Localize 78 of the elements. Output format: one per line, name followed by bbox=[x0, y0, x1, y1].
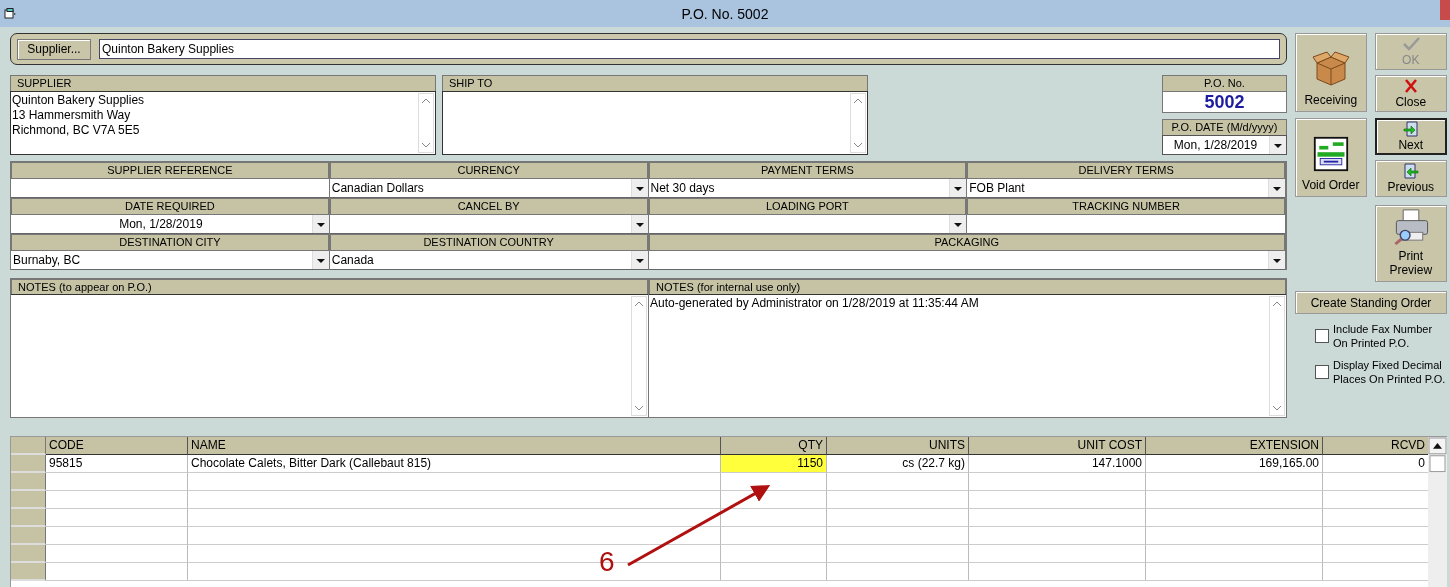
table-cell: 169,165.00 bbox=[1146, 455, 1323, 473]
column-header[interactable]: CODE bbox=[46, 437, 188, 455]
section-header: SUPPLIER bbox=[10, 75, 436, 91]
checkbox[interactable] bbox=[1315, 329, 1329, 343]
scrollbar[interactable] bbox=[1428, 437, 1447, 587]
action-button[interactable]: Previous bbox=[1374, 160, 1447, 197]
date-dropdown[interactable]: Mon, 1/28/2019 bbox=[1162, 135, 1287, 155]
checkbox[interactable] bbox=[1315, 365, 1329, 379]
column-header[interactable]: EXTENSION bbox=[1146, 437, 1323, 455]
field-label: PAYMENT TERMS bbox=[648, 162, 967, 178]
checkbox-label: Include Fax Number On Printed P.O. bbox=[1333, 322, 1434, 350]
field-label: CANCEL BY bbox=[329, 198, 648, 214]
field-label: PACKAGING bbox=[648, 234, 1285, 250]
scrollbar[interactable] bbox=[1269, 296, 1285, 416]
scrollbar[interactable] bbox=[418, 93, 434, 153]
forward-arrow-icon bbox=[1400, 121, 1421, 137]
row-selector[interactable] bbox=[11, 509, 46, 527]
dropdown-field[interactable]: Burnaby, BC bbox=[11, 250, 329, 270]
row-selector[interactable] bbox=[11, 545, 46, 563]
field-label: TRACKING NUMBER bbox=[967, 198, 1285, 214]
window-icon bbox=[4, 8, 16, 19]
section-header: P.O. DATE (M/d/yyyy) bbox=[1162, 119, 1287, 135]
action-button[interactable]: Next bbox=[1374, 118, 1447, 155]
field-label: LOADING PORT bbox=[648, 198, 967, 214]
field-label: DELIVERY TERMS bbox=[967, 162, 1285, 178]
row-selector[interactable] bbox=[11, 491, 46, 509]
dropdown-field[interactable] bbox=[648, 250, 1285, 270]
column-header[interactable]: UNITS bbox=[827, 437, 969, 455]
row-selector[interactable] bbox=[11, 437, 46, 455]
field-label: DESTINATION COUNTRY bbox=[329, 234, 648, 250]
dropdown-field[interactable]: FOB Plant bbox=[967, 178, 1285, 198]
row-selector[interactable] bbox=[11, 473, 46, 491]
column-header[interactable]: QTY bbox=[721, 437, 827, 455]
section-header: SHIP TO bbox=[442, 75, 868, 91]
create-standing-order-button[interactable]: Create Standing Order bbox=[1295, 291, 1447, 314]
table-cell: 147.1000 bbox=[969, 455, 1146, 473]
checkbox-label: Display Fixed Decimal Places On Printed P.O. bbox=[1333, 358, 1447, 386]
table-cell: Chocolate Calets, Bitter Dark (Callebaut 815) bbox=[188, 455, 721, 473]
section-header: NOTES (for internal use only) bbox=[649, 279, 1286, 294]
table-cell: 95815 bbox=[46, 455, 188, 473]
date-dropdown[interactable]: Mon, 1/28/2019 bbox=[11, 214, 329, 234]
supplier-button[interactable]: Supplier... bbox=[17, 38, 91, 60]
scrollbar[interactable] bbox=[850, 93, 866, 153]
field-label: SUPPLIER REFERENCE bbox=[11, 162, 329, 178]
column-header[interactable]: UNIT COST bbox=[969, 437, 1146, 455]
address-text-area[interactable]: Quinton Bakery Supplies 13 Hammersmith Way Richmond, BC V7A 5E5 bbox=[10, 91, 436, 155]
section-header: P.O. No. bbox=[1162, 75, 1287, 91]
document-icon bbox=[1312, 134, 1349, 174]
notes-text-area[interactable]: Auto-generated by Administrator on 1/28/2019 at 11:35:44 AM bbox=[649, 294, 1286, 417]
field-label: CURRENCY bbox=[329, 162, 648, 178]
dropdown-field[interactable]: Canadian Dollars bbox=[329, 178, 648, 198]
row-selector[interactable] bbox=[11, 563, 46, 581]
annotation-label: 6 bbox=[599, 547, 615, 577]
table-cell: 1150 bbox=[721, 455, 827, 473]
dropdown-field[interactable] bbox=[329, 214, 648, 234]
row-selector[interactable] bbox=[11, 455, 46, 473]
check-icon bbox=[1400, 36, 1421, 52]
section-header: NOTES (to appear on P.O.) bbox=[11, 279, 648, 294]
text-field[interactable] bbox=[11, 178, 329, 198]
action-button[interactable]: Receiving bbox=[1295, 33, 1367, 112]
text-field[interactable] bbox=[967, 214, 1285, 234]
table-cell: cs (22.7 kg) bbox=[827, 455, 969, 473]
column-header[interactable]: NAME bbox=[188, 437, 721, 455]
po-number: 5002 bbox=[1162, 91, 1287, 113]
scrollbar[interactable] bbox=[631, 296, 647, 416]
field-label: DATE REQUIRED bbox=[11, 198, 329, 214]
window-title: P.O. No. 5002 bbox=[681, 5, 769, 22]
row-selector[interactable] bbox=[11, 527, 46, 545]
supplier-field[interactable]: Quinton Bakery Supplies bbox=[99, 39, 1280, 59]
action-button[interactable]: Void Order bbox=[1295, 118, 1367, 197]
dropdown-field[interactable]: Net 30 days bbox=[648, 178, 967, 198]
dropdown-field[interactable] bbox=[648, 214, 967, 234]
action-button[interactable]: Close bbox=[1374, 75, 1447, 112]
field-label: DESTINATION CITY bbox=[11, 234, 329, 250]
dropdown-field[interactable]: Canada bbox=[329, 250, 648, 270]
action-button[interactable]: Print Preview bbox=[1374, 205, 1447, 282]
ship-to-text-area[interactable] bbox=[442, 91, 868, 155]
column-header[interactable]: RCVD bbox=[1323, 437, 1429, 455]
